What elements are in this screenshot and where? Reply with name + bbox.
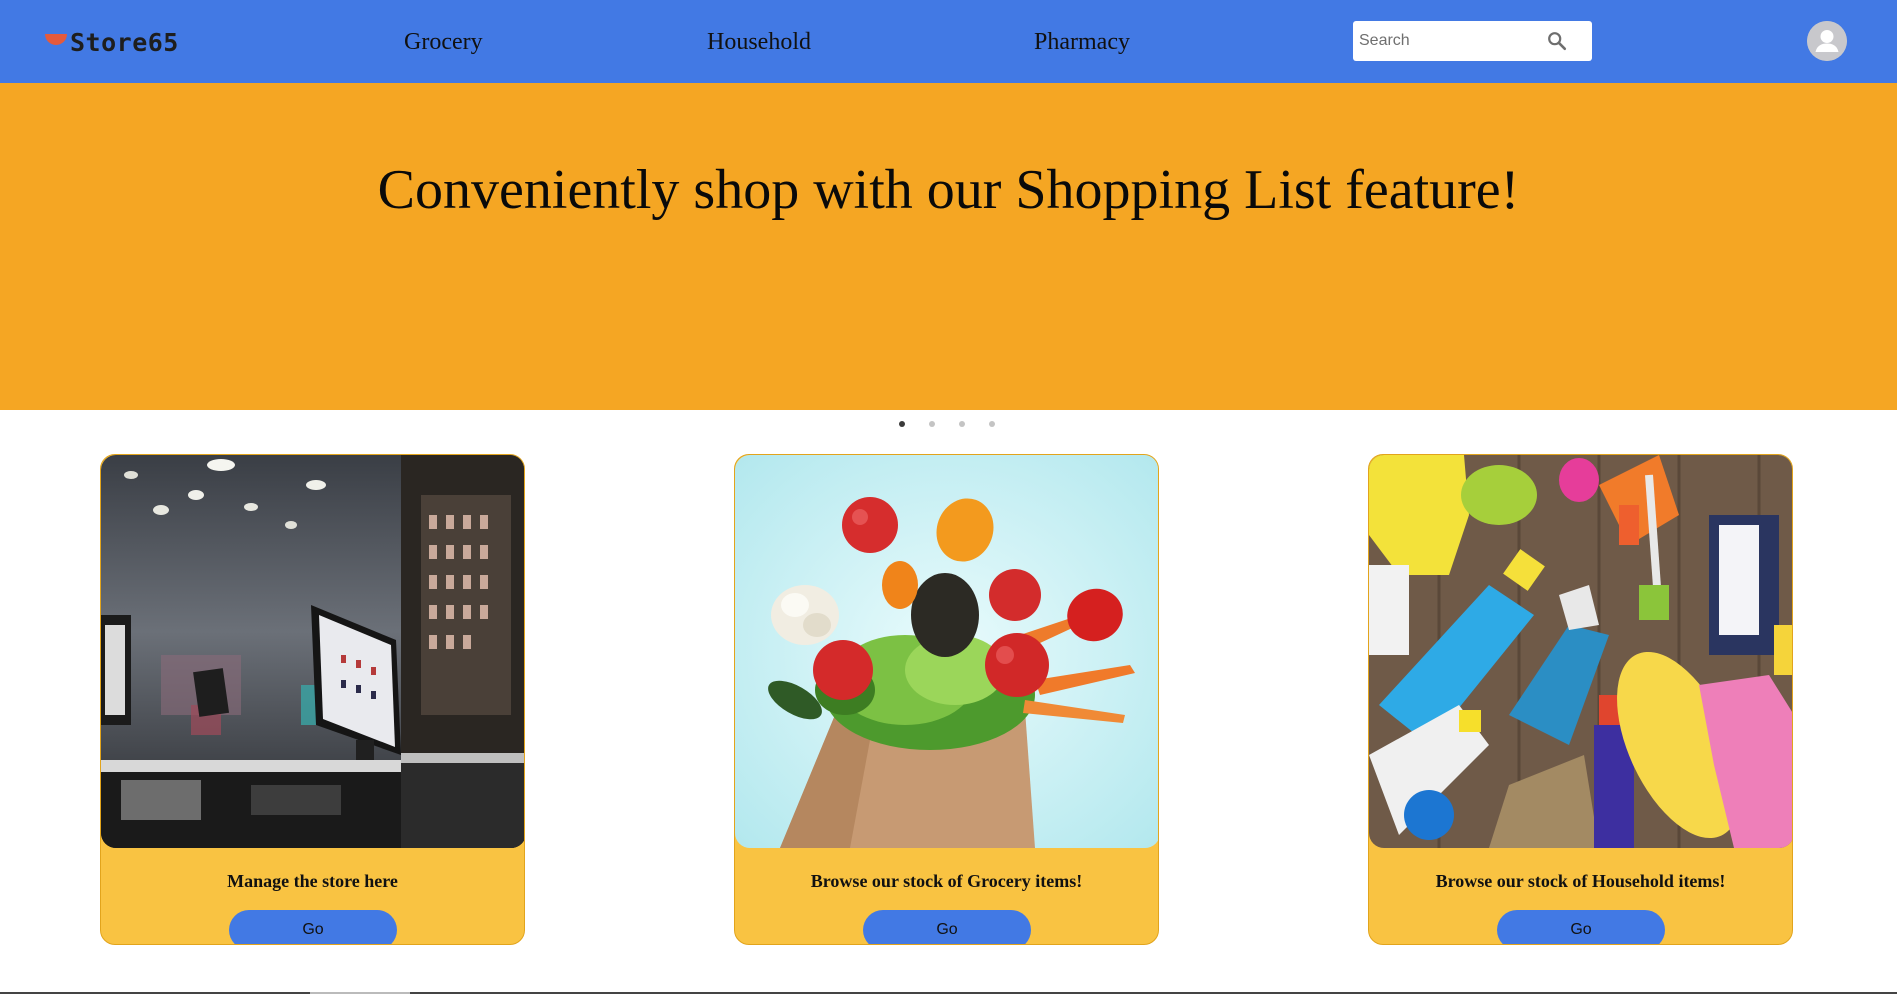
carousel-dot-1[interactable]	[899, 421, 905, 427]
go-button-grocery[interactable]: Go	[863, 910, 1031, 944]
logo-mark-icon	[45, 33, 67, 45]
nav-link-grocery[interactable]: Grocery	[404, 26, 483, 58]
cleaning-supplies-image	[1369, 455, 1792, 848]
card-manage-store: Manage the store here Go	[100, 454, 525, 945]
card-grocery: Browse our stock of Grocery items! Go	[734, 454, 1159, 945]
person-icon	[1807, 21, 1847, 61]
go-button-manage-store[interactable]: Go	[229, 910, 397, 944]
nav-link-pharmacy[interactable]: Pharmacy	[1034, 26, 1130, 58]
card-title: Manage the store here	[227, 871, 398, 891]
card-household: Browse our stock of Household items! Go	[1368, 454, 1793, 945]
card-title: Browse our stock of Household items!	[1435, 871, 1726, 891]
user-avatar-icon[interactable]	[1807, 21, 1847, 61]
carousel-dot-4[interactable]	[989, 421, 995, 427]
store-checkout-image	[101, 455, 524, 848]
hero-title: Conveniently shop with our Shopping List…	[377, 159, 1520, 221]
hero-banner: Conveniently shop with our Shopping List…	[0, 83, 1897, 410]
grocery-bag-image	[735, 455, 1158, 848]
card-title: Browse our stock of Grocery items!	[810, 871, 1083, 891]
go-button-household[interactable]: Go	[1497, 910, 1665, 944]
logo-text: Store65	[70, 27, 179, 57]
top-navbar: Store65 Grocery Household Pharmacy	[0, 0, 1897, 83]
carousel-indicators	[899, 421, 995, 427]
search-icon[interactable]	[1546, 30, 1568, 52]
nav-link-household[interactable]: Household	[707, 26, 811, 58]
carousel-dot-3[interactable]	[959, 421, 965, 427]
store-logo[interactable]: Store65	[45, 26, 179, 58]
search-input[interactable]	[1359, 21, 1539, 61]
carousel-dot-2[interactable]	[929, 421, 935, 427]
